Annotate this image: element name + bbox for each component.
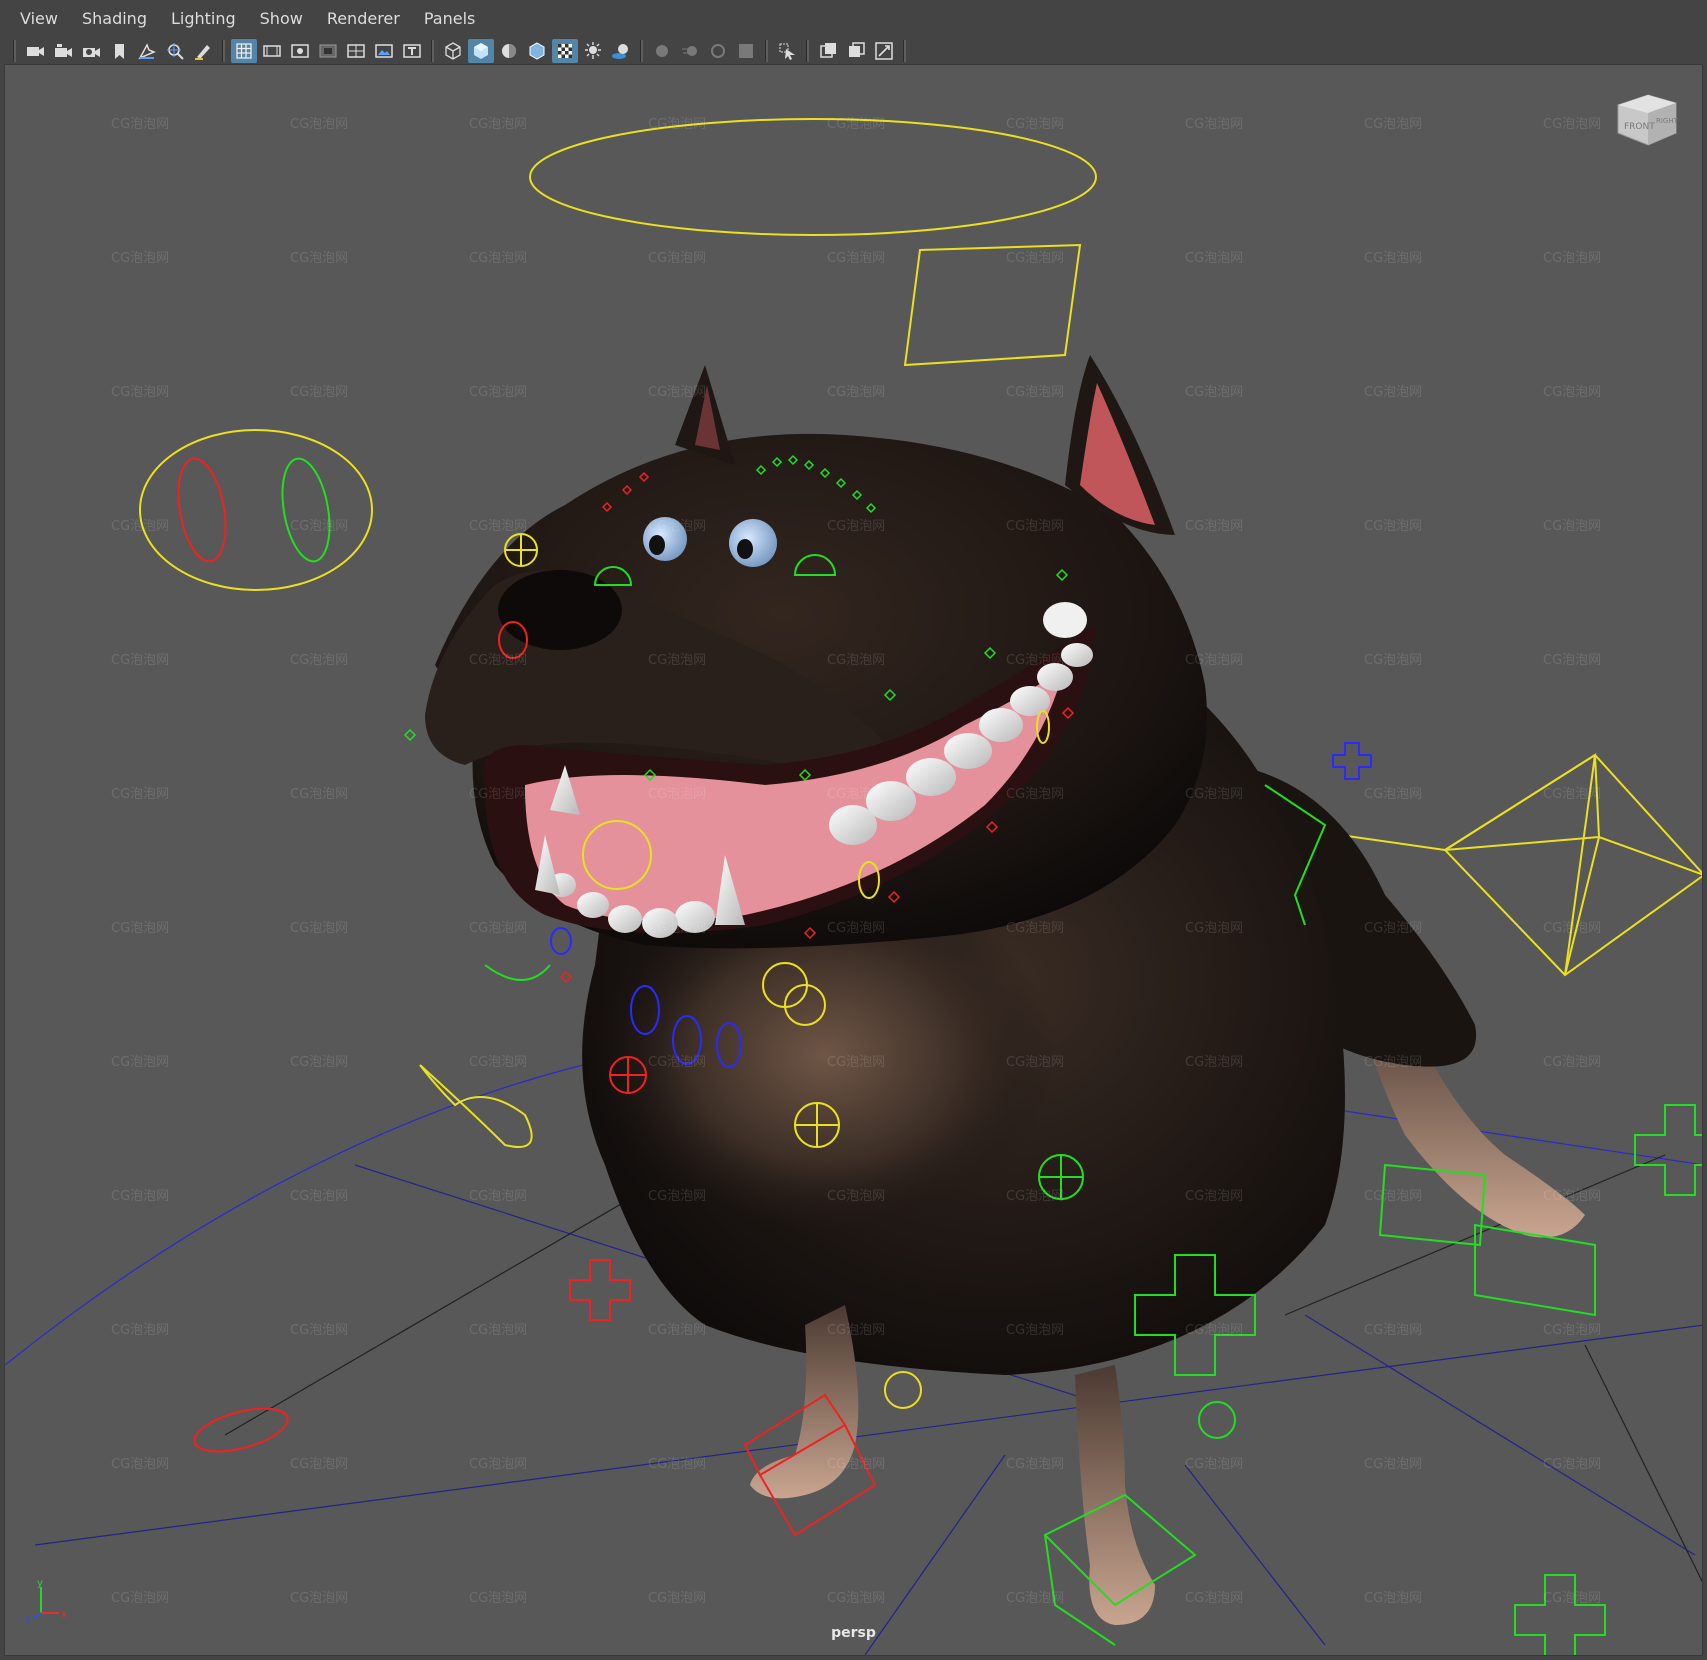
viewcube-front-label: FRONT (1624, 122, 1655, 132)
use-default-material-icon (502, 44, 516, 58)
xray-button[interactable] (815, 39, 841, 63)
2d-pan-zoom-button[interactable] (162, 39, 188, 63)
motion-blur-button[interactable] (677, 39, 703, 63)
safe-action-button[interactable] (371, 39, 397, 63)
isolate-select-button[interactable] (774, 39, 800, 63)
screen-space-ao-icon (656, 45, 668, 57)
viewcube-side-label: RIGHT (1656, 117, 1679, 125)
use-all-lights-icon (585, 42, 601, 59)
camera-attributes-icon (55, 44, 72, 57)
film-gate-icon (263, 45, 281, 57)
camera-settings-icon (83, 48, 100, 57)
panel-menu-bar: View Shading Lighting Show Renderer Pane… (0, 0, 1707, 38)
film-gate-button[interactable] (259, 39, 285, 63)
xray-active-components-button[interactable] (871, 39, 897, 63)
camera-attributes-button[interactable] (50, 39, 76, 63)
axis-y-label: y (37, 1578, 43, 1589)
textured-icon (558, 44, 572, 58)
wireframe-button[interactable] (440, 39, 466, 63)
depth-of-field-button[interactable] (733, 39, 759, 63)
toolbar-separator (13, 40, 16, 62)
menu-shading[interactable]: Shading (70, 0, 159, 38)
dog-eye-left (643, 517, 687, 561)
axis-x-label: x (61, 1609, 67, 1620)
gate-mask-icon (319, 44, 337, 58)
bookmark-icon (115, 44, 124, 59)
image-plane-icon (138, 43, 156, 60)
smooth-shade-button[interactable] (468, 39, 494, 63)
smooth-shade-icon (474, 43, 488, 59)
image-plane-button[interactable] (134, 39, 160, 63)
root-control-curve (529, 118, 1097, 236)
grease-pencil-button[interactable] (190, 39, 216, 63)
safe-title-icon (403, 44, 421, 58)
grid-icon (236, 43, 252, 59)
select-camera-icon (27, 47, 44, 56)
isolate-select-icon (779, 43, 795, 60)
motion-blur-icon (682, 46, 697, 56)
grease-pencil-icon (195, 45, 210, 60)
menu-renderer[interactable]: Renderer (315, 0, 412, 38)
use-default-material-button[interactable] (496, 39, 522, 63)
viewcube[interactable]: FRONT RIGHT (1612, 83, 1682, 153)
wireframe-icon (445, 42, 461, 60)
multisample-aa-button[interactable] (705, 39, 731, 63)
multisample-aa-icon (711, 44, 725, 58)
xray-active-components-icon (875, 42, 893, 60)
select-camera-button[interactable] (22, 39, 48, 63)
screen-space-ao-button[interactable] (649, 39, 675, 63)
maya-window: View Shading Lighting Show Renderer Pane… (0, 0, 1707, 1660)
menu-view[interactable]: View (8, 0, 70, 38)
grid-button[interactable] (231, 39, 257, 63)
toolbar-separator (640, 40, 643, 62)
menu-panels[interactable]: Panels (412, 0, 488, 38)
axis-gizmo: y z x (25, 1578, 67, 1624)
2d-pan-zoom-icon (167, 43, 184, 60)
shadows-icon (612, 44, 628, 59)
safe-action-icon (375, 44, 393, 58)
toolbar-separator (765, 40, 768, 62)
camera-name-label: persp (831, 1625, 876, 1641)
bookmark-button[interactable] (106, 39, 132, 63)
menu-lighting[interactable]: Lighting (159, 0, 248, 38)
eye-aim-control (139, 429, 373, 591)
wireframe-on-shaded-button[interactable] (524, 39, 550, 63)
xray-joints-button[interactable] (843, 39, 869, 63)
resolution-gate-button[interactable] (287, 39, 313, 63)
dog-nose (498, 570, 622, 650)
field-chart-button[interactable] (343, 39, 369, 63)
toolbar-separator (806, 40, 809, 62)
scene-view[interactable] (5, 65, 1703, 1656)
textured-button[interactable] (552, 39, 578, 63)
safe-title-button[interactable] (399, 39, 425, 63)
use-all-lights-button[interactable] (580, 39, 606, 63)
dog-eye-right (729, 519, 777, 567)
menu-show[interactable]: Show (248, 0, 315, 38)
shadows-button[interactable] (608, 39, 634, 63)
gate-mask-button[interactable] (315, 39, 341, 63)
wireframe-on-shaded-icon (529, 42, 545, 60)
resolution-gate-icon (291, 44, 309, 58)
dog-front-leg-right (1075, 1365, 1155, 1625)
xray-icon (820, 43, 836, 58)
panel-toolbar (0, 38, 1707, 64)
persp-viewport[interactable]: CG泡泡网 CG泡泡网 CG泡泡网 CG泡泡网 CG泡泡网 CG泡泡网 CG泡泡网 CG泡泡网… (4, 64, 1703, 1656)
toolbar-separator (903, 40, 906, 62)
toolbar-separator (431, 40, 434, 62)
camera-settings-button[interactable] (78, 39, 104, 63)
axis-z-label: z (25, 1613, 30, 1624)
depth-of-field-icon (739, 44, 753, 58)
xray-joints-icon (849, 42, 865, 57)
field-chart-icon (347, 44, 365, 58)
toolbar-separator (222, 40, 225, 62)
